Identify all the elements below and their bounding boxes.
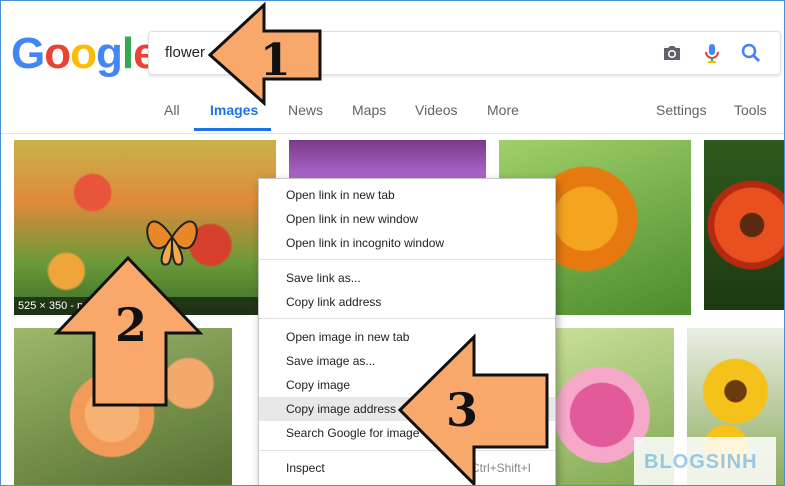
tab-images[interactable]: Images xyxy=(210,102,258,118)
menu-item-inspect-label: Inspect xyxy=(286,461,325,475)
annotation-arrow-1: 1 xyxy=(207,1,322,107)
menu-item-open-link-new-window[interactable]: Open link in new window xyxy=(259,207,555,231)
menu-separator xyxy=(259,259,555,260)
menu-item-open-link-incognito[interactable]: Open link in incognito window xyxy=(259,231,555,255)
annotation-label-2: 2 xyxy=(115,298,147,352)
logo-letter: o xyxy=(44,29,71,78)
annotation-label-3: 3 xyxy=(446,383,478,437)
logo-letter: g xyxy=(96,29,123,78)
image-result-gerbera[interactable] xyxy=(704,140,784,310)
google-header: Google flower All Images News Maps Video… xyxy=(1,1,784,134)
annotation-arrow-2: 2 xyxy=(53,255,204,407)
menu-item-open-link-new-tab[interactable]: Open link in new tab xyxy=(259,183,555,207)
annotation-arrow-3: 3 xyxy=(397,333,549,485)
image-result-purple-flower[interactable] xyxy=(289,140,486,180)
microphone-icon[interactable] xyxy=(700,41,724,65)
tab-news[interactable]: News xyxy=(288,102,323,118)
tab-all[interactable]: All xyxy=(164,102,180,118)
browser-frame: Google flower All Images News Maps Video… xyxy=(0,0,785,486)
menu-item-copy-link-address[interactable]: Copy link address xyxy=(259,290,555,314)
logo-letter: G xyxy=(11,29,45,78)
watermark-text: BLOGSINH xyxy=(644,451,758,473)
search-tabs: All Images News Maps Videos More Setting… xyxy=(1,93,784,133)
tab-tools[interactable]: Tools xyxy=(734,102,767,118)
active-tab-indicator xyxy=(194,128,271,131)
tab-videos[interactable]: Videos xyxy=(415,102,458,118)
watermark: BLOGSINH xyxy=(634,437,776,485)
menu-item-save-link-as[interactable]: Save link as... xyxy=(259,266,555,290)
search-input[interactable]: flower xyxy=(165,44,205,61)
tab-settings[interactable]: Settings xyxy=(656,102,707,118)
annotation-label-1: 1 xyxy=(260,35,291,86)
tab-maps[interactable]: Maps xyxy=(352,102,386,118)
logo-letter: l xyxy=(121,29,134,78)
menu-separator xyxy=(259,318,555,319)
logo-letter: o xyxy=(70,29,97,78)
search-icon[interactable] xyxy=(739,41,763,65)
tab-more[interactable]: More xyxy=(487,102,519,118)
google-logo[interactable]: Google xyxy=(11,29,158,79)
camera-icon[interactable] xyxy=(660,41,684,65)
